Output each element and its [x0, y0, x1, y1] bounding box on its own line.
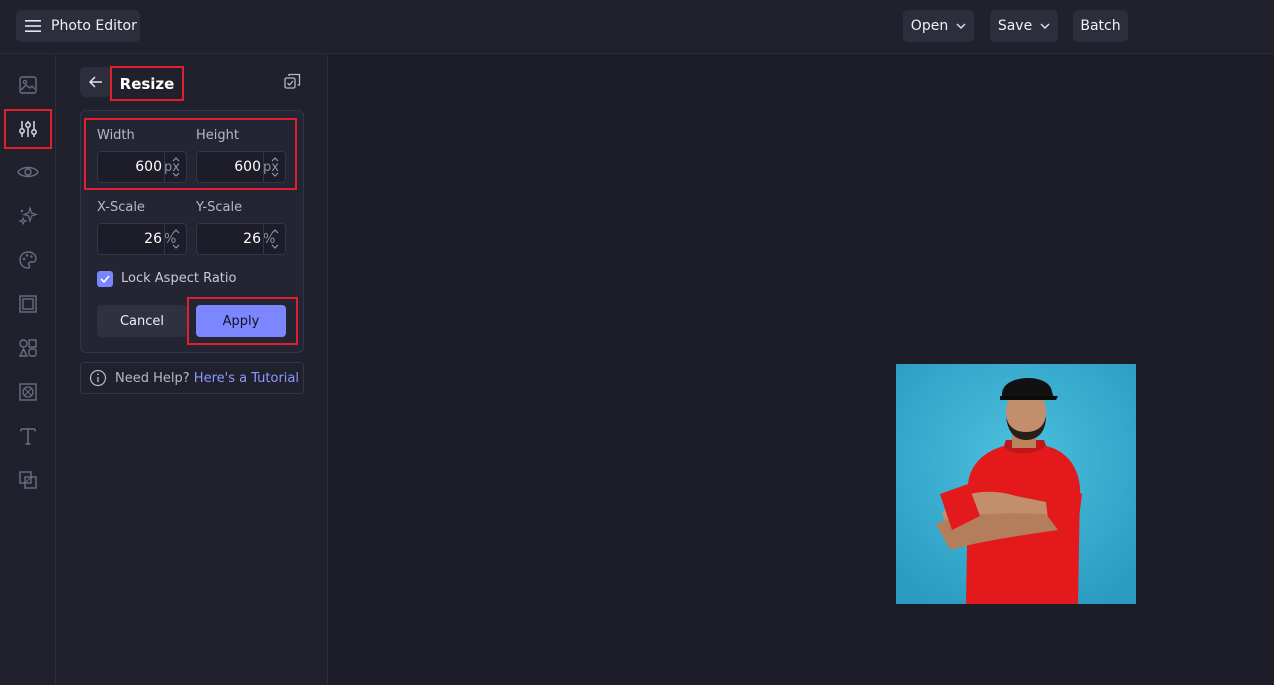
eye-icon [17, 166, 39, 178]
rail-item-view[interactable] [6, 153, 50, 191]
tutorial-link[interactable]: Here's a Tutorial [194, 371, 299, 386]
save-button[interactable]: Save [990, 10, 1058, 42]
image-icon [19, 76, 37, 94]
chevron-down-icon [172, 244, 179, 249]
xscale-label: X-Scale [97, 200, 145, 215]
palette-icon [19, 251, 37, 269]
xscale-input[interactable]: 26 % [97, 223, 187, 255]
app-title: Photo Editor [51, 18, 137, 34]
apply-button[interactable]: Apply [196, 305, 286, 337]
panel-title: Resize [110, 66, 184, 101]
lock-aspect-checkbox[interactable] [97, 271, 113, 287]
xscale-increment[interactable] [165, 224, 186, 239]
width-increment[interactable] [165, 152, 186, 167]
photo-person [896, 364, 1136, 604]
help-bar: Need Help? Here's a Tutorial [80, 362, 304, 394]
xscale-stepper [164, 224, 186, 254]
canvas-image[interactable] [896, 364, 1136, 604]
width-input[interactable]: 600 px [97, 151, 187, 183]
width-stepper [164, 152, 186, 182]
height-value: 600 [234, 159, 261, 175]
duplicate-button[interactable] [284, 73, 301, 94]
chevron-up-icon [172, 229, 179, 234]
lock-aspect-label: Lock Aspect Ratio [121, 271, 237, 286]
yscale-increment[interactable] [264, 224, 285, 239]
height-decrement[interactable] [264, 167, 285, 182]
chevron-up-icon [271, 229, 278, 234]
batch-button[interactable]: Batch [1073, 10, 1128, 42]
rail-item-image[interactable] [6, 66, 50, 104]
xscale-value: 26 [144, 231, 162, 247]
checkmark-icon [100, 275, 110, 283]
arrow-left-icon [89, 76, 102, 88]
chevron-down-icon [271, 244, 278, 249]
resize-card: Width Height 600 px 600 px X-Scale Y-Sca… [80, 110, 304, 353]
yscale-label: Y-Scale [196, 200, 243, 215]
batch-label: Batch [1080, 18, 1121, 34]
chevron-up-icon [172, 157, 179, 162]
rail-item-overlay[interactable] [6, 461, 50, 499]
layers-icon [19, 471, 37, 489]
chevron-down-icon [956, 23, 966, 29]
text-icon [20, 428, 36, 445]
rail-item-text[interactable] [6, 417, 50, 455]
rail-item-effects[interactable] [6, 197, 50, 235]
save-label: Save [997, 18, 1033, 34]
sliders-icon [19, 121, 37, 137]
open-label: Open [910, 18, 949, 34]
main-menu-button[interactable]: Photo Editor [16, 10, 140, 42]
resize-panel: Resize Width Height 600 px 600 px X-Scal… [56, 54, 328, 685]
texture-icon [19, 383, 37, 401]
height-input[interactable]: 600 px [196, 151, 286, 183]
chevron-up-icon [271, 157, 278, 162]
duplicate-icon [284, 73, 301, 89]
height-label: Height [196, 128, 239, 143]
height-increment[interactable] [264, 152, 285, 167]
help-text: Need Help? Here's a Tutorial [115, 370, 299, 386]
yscale-input[interactable]: 26 % [196, 223, 286, 255]
height-stepper [263, 152, 285, 182]
sparkles-icon [18, 206, 38, 226]
cancel-button[interactable]: Cancel [97, 305, 187, 337]
width-decrement[interactable] [165, 167, 186, 182]
yscale-value: 26 [243, 231, 261, 247]
rail-item-frame[interactable] [6, 285, 50, 323]
rail-item-shapes[interactable] [6, 329, 50, 367]
tool-rail [0, 54, 56, 685]
rail-item-color[interactable] [6, 241, 50, 279]
rail-item-adjust[interactable] [4, 109, 52, 149]
yscale-stepper [263, 224, 285, 254]
chevron-down-icon [172, 172, 179, 177]
chevron-down-icon [271, 172, 278, 177]
frame-icon [19, 295, 37, 313]
info-icon [89, 369, 107, 387]
rail-item-texture[interactable] [6, 373, 50, 411]
shapes-icon [18, 339, 37, 357]
chevron-down-icon [1040, 23, 1050, 29]
open-button[interactable]: Open [903, 10, 974, 42]
back-button[interactable] [80, 67, 112, 97]
width-label: Width [97, 128, 135, 143]
xscale-decrement[interactable] [165, 239, 186, 254]
width-value: 600 [135, 159, 162, 175]
yscale-decrement[interactable] [264, 239, 285, 254]
top-bar: Photo Editor Open Save Batch [0, 0, 1274, 54]
hamburger-icon [25, 20, 41, 32]
